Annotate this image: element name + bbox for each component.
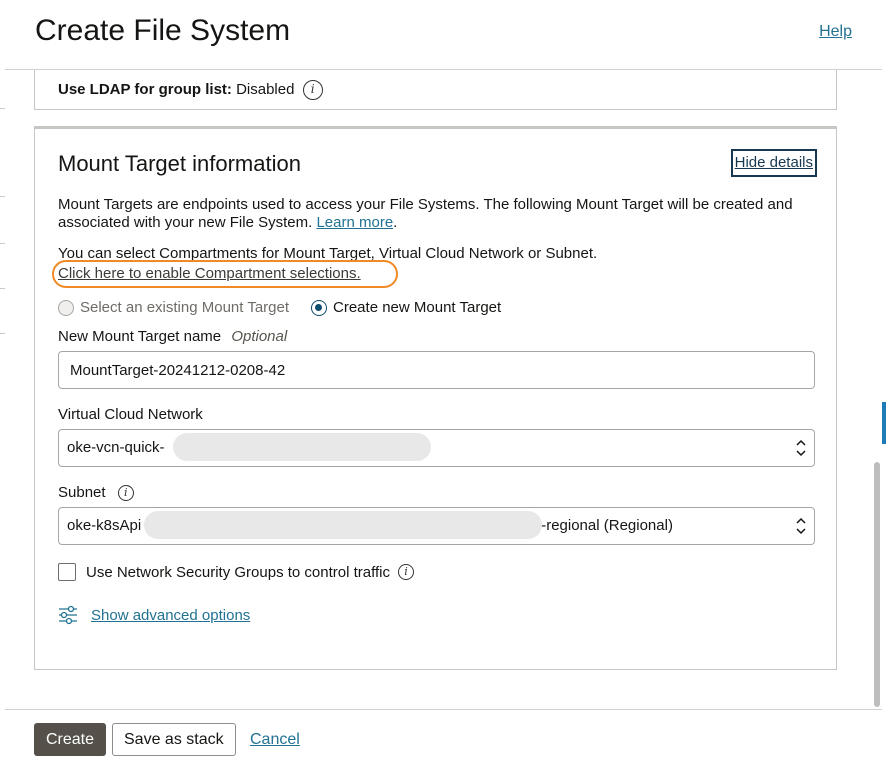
panel-footer: Create Save as stack Cancel: [5, 709, 882, 772]
create-file-system-panel: Create File System Help Use LDAP for gro…: [5, 0, 882, 772]
info-icon[interactable]: i: [398, 564, 414, 580]
ldap-group-setting: Use LDAP for group list: Disabled i: [58, 80, 323, 100]
mount-target-name-label: New Mount Target name Optional: [58, 328, 287, 345]
save-as-stack-button[interactable]: Save as stack: [112, 723, 236, 756]
panel-body[interactable]: Use LDAP for group list: Disabled i Moun…: [5, 70, 882, 709]
subnet-label: Subnet i: [58, 484, 134, 502]
subnet-value-prefix: oke-k8sApi: [67, 517, 142, 534]
subnet-value-suffix: -regional (Regional): [541, 517, 673, 534]
panel-header: Create File System Help: [5, 0, 882, 70]
help-link[interactable]: Help: [819, 23, 852, 41]
ldap-group-value: Disabled: [236, 80, 295, 98]
background-page-right: [882, 0, 886, 772]
chevron-updown-icon: [796, 517, 806, 535]
vcn-select[interactable]: oke-vcn-quick-: [58, 429, 815, 467]
subnet-select[interactable]: oke-k8sApi -regional (Regional): [58, 507, 815, 545]
mount-target-name-input[interactable]: [58, 351, 815, 389]
redacted-region: [173, 433, 431, 461]
radio-existing-mount-target[interactable]: [58, 299, 74, 316]
mount-target-card: Mount Target information Hide details Mo…: [34, 126, 837, 670]
mount-target-mode-radios: Select an existing Mount Target Create n…: [58, 299, 501, 316]
show-advanced-options-link[interactable]: Show advanced options: [91, 607, 250, 624]
chevron-updown-icon: [796, 439, 806, 457]
subnet-label-text: Subnet: [58, 484, 106, 501]
compartment-hint: You can select Compartments for Mount Ta…: [58, 245, 598, 262]
nsg-option: Use Network Security Groups to control t…: [58, 563, 414, 581]
page-title: Create File System: [35, 14, 291, 47]
nsg-label[interactable]: Use Network Security Groups to control t…: [86, 564, 390, 581]
learn-more-link[interactable]: Learn more: [316, 214, 393, 231]
radio-existing-label[interactable]: Select an existing Mount Target: [80, 299, 289, 316]
radio-new-label[interactable]: Create new Mount Target: [333, 299, 501, 316]
info-icon[interactable]: i: [302, 80, 323, 100]
vcn-label: Virtual Cloud Network: [58, 406, 203, 423]
section-title: Mount Target information: [58, 151, 301, 176]
background-accent: [882, 402, 886, 444]
optional-tag: Optional: [231, 328, 288, 345]
vcn-value: oke-vcn-quick-: [67, 439, 165, 456]
info-icon[interactable]: i: [117, 485, 134, 502]
advanced-options-row: Show advanced options: [58, 605, 250, 625]
description-text: Mount Targets are endpoints used to acce…: [58, 196, 793, 231]
ldap-group-label: Use LDAP for group list:: [58, 80, 232, 98]
nsg-checkbox[interactable]: [58, 563, 76, 581]
scrollbar[interactable]: [873, 70, 882, 709]
create-button[interactable]: Create: [34, 723, 107, 756]
radio-create-new-mount-target[interactable]: [311, 299, 328, 316]
enable-compartment-link[interactable]: Click here to enable Compartment selecti…: [58, 265, 361, 282]
scrollbar-thumb[interactable]: [874, 462, 880, 707]
name-label-text: New Mount Target name: [58, 328, 222, 345]
cancel-link[interactable]: Cancel: [250, 731, 300, 749]
redacted-region: [144, 511, 542, 539]
sliders-icon[interactable]: [58, 605, 78, 625]
hide-details-button[interactable]: Hide details: [730, 149, 817, 177]
mount-target-description: Mount Targets are endpoints used to acce…: [58, 196, 793, 231]
previous-section-card: Use LDAP for group list: Disabled i: [34, 70, 837, 110]
